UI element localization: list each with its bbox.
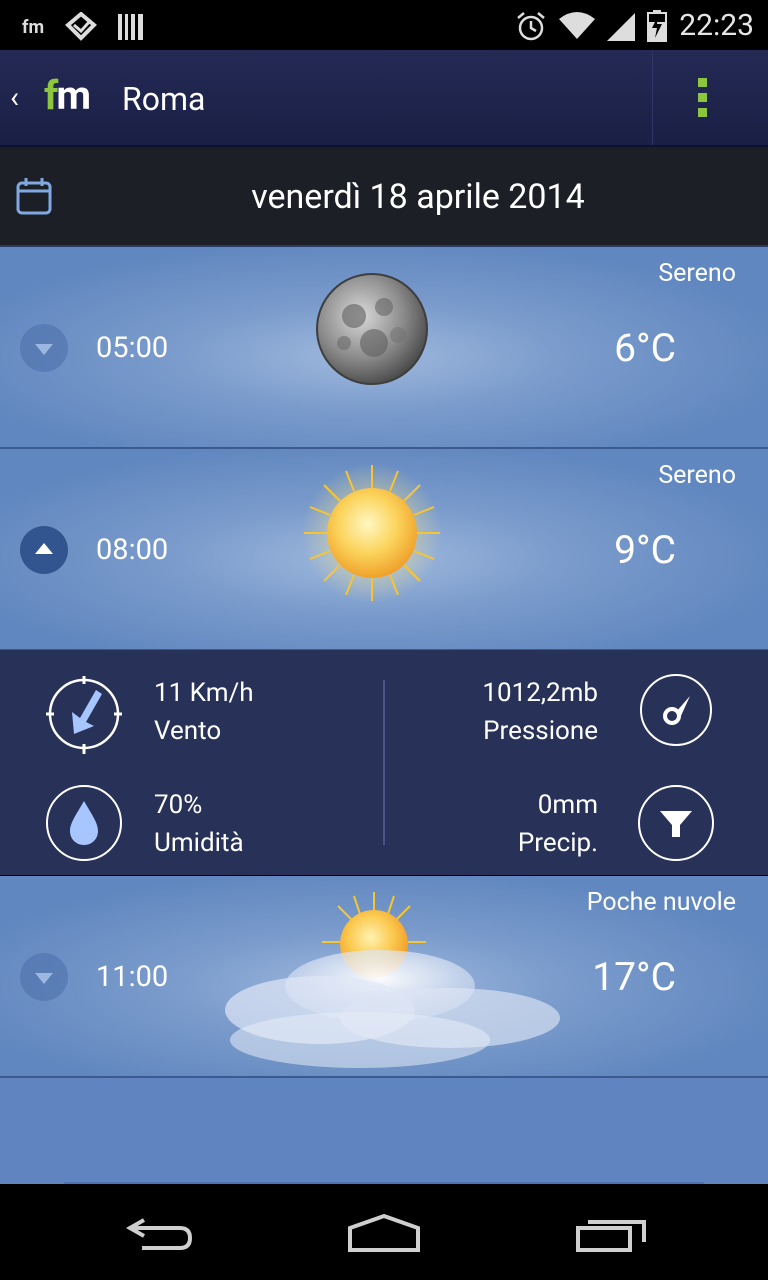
condition-label: Sereno <box>658 259 736 288</box>
status-bar: fm 22:23 <box>0 0 768 50</box>
expand-toggle[interactable] <box>20 324 68 372</box>
clock: 22:23 <box>679 8 754 43</box>
temperature: 17°C <box>592 954 676 1000</box>
temperature: 9°C <box>614 527 676 573</box>
chevron-down-icon <box>35 973 53 984</box>
sun-cloud-icon <box>225 892 560 1068</box>
list-empty-area <box>0 1078 768 1184</box>
temperature: 6°C <box>614 325 676 371</box>
pressure-label: Pressione <box>483 716 598 746</box>
expand-toggle[interactable] <box>20 953 68 1001</box>
forecast-row[interactable]: Poche nuvole 11:00 17°C <box>0 876 768 1078</box>
barcode-notification-icon <box>118 14 144 40</box>
menu-divider <box>652 50 653 145</box>
alarm-icon <box>517 11 546 40</box>
back-chevron-icon[interactable]: ‹ <box>10 80 19 115</box>
app-bar: ‹ fm Roma <box>0 50 768 147</box>
wind-compass-icon <box>46 676 122 754</box>
precipitation-label: Precip. <box>517 828 598 858</box>
battery-charging-icon <box>647 9 668 42</box>
collapse-toggle[interactable] <box>20 526 68 574</box>
foursquare-notification-icon <box>65 12 97 41</box>
chevron-up-icon <box>35 543 53 554</box>
precipitation-value: 0mm <box>537 790 598 820</box>
humidity-label: Umidità <box>154 828 244 858</box>
chevron-down-icon <box>35 344 53 355</box>
forecast-time: 08:00 <box>96 533 169 567</box>
pressure-value: 1012,2mb <box>482 678 598 708</box>
forecast-time: 11:00 <box>96 960 169 994</box>
forecast-row[interactable]: Sereno 08:00 9°C <box>0 449 768 651</box>
navigation-bar <box>0 1184 768 1280</box>
humidity-value: 70% <box>154 790 203 820</box>
wifi-icon <box>559 11 596 39</box>
details-divider <box>383 680 385 845</box>
back-icon[interactable] <box>124 1214 196 1254</box>
notification-app-icon: fm <box>22 16 45 38</box>
wind-label: Vento <box>154 716 222 746</box>
moon-icon <box>316 273 428 385</box>
recent-apps-icon[interactable] <box>574 1214 648 1254</box>
condition-label: Poche nuvole <box>586 888 736 917</box>
forecast-row[interactable]: Sereno 05:00 6°C <box>0 247 768 449</box>
gauge-icon <box>640 674 712 746</box>
date-bar[interactable]: venerdì 18 aprile 2014 <box>0 147 768 247</box>
forecast-time: 05:00 <box>96 331 169 365</box>
app-logo[interactable]: fm <box>44 72 91 119</box>
overflow-menu-icon[interactable] <box>698 78 710 118</box>
wind-value: 11 Km/h <box>154 678 254 708</box>
city-title: Roma <box>122 80 206 118</box>
condition-label: Sereno <box>658 461 736 490</box>
home-icon[interactable] <box>346 1214 422 1254</box>
funnel-icon <box>638 785 714 861</box>
sun-icon <box>302 463 442 603</box>
signal-icon <box>607 12 636 41</box>
details-panel: 11 Km/h Vento 1012,2mb Pressione 70% Umi… <box>0 650 768 875</box>
drop-icon <box>46 785 122 861</box>
selected-date: venerdì 18 aprile 2014 <box>251 177 585 217</box>
